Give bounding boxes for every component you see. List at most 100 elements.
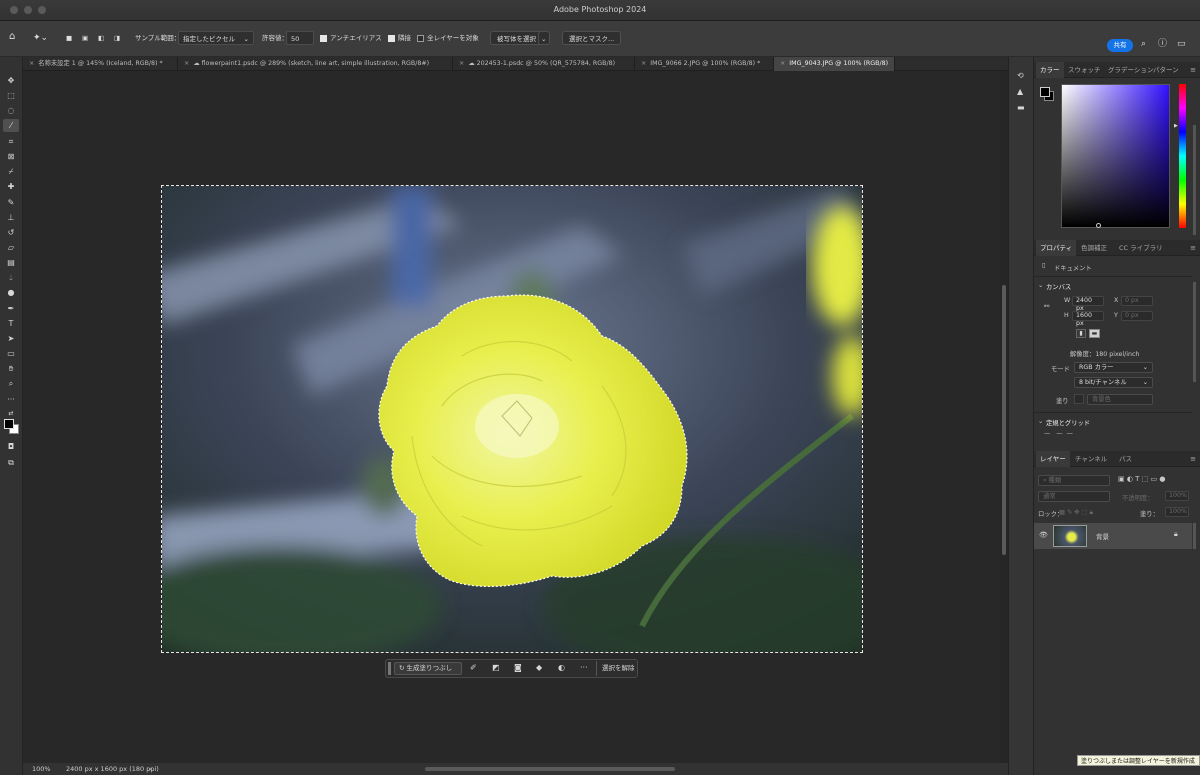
selection-mode-intersect-icon[interactable]: ◨ bbox=[114, 31, 120, 45]
share-button[interactable]: 共有 bbox=[1107, 39, 1133, 52]
close-tab-icon[interactable]: × bbox=[459, 60, 464, 67]
deselect-button[interactable]: 選択を解除 bbox=[602, 663, 635, 674]
select-subject-button[interactable]: 被写体を選択 bbox=[490, 31, 543, 45]
layer-filter-icons[interactable]: ▣ ◐ T ⬚ ▭ ● bbox=[1118, 475, 1165, 483]
document-tab[interactable]: × ☁ flowerpaint1.psdc @ 289% (sketch, lin… bbox=[178, 57, 453, 71]
search-icon[interactable]: ⌕ bbox=[1141, 39, 1146, 53]
mask-icon[interactable]: ◙ bbox=[514, 663, 522, 672]
move-tool-icon[interactable]: ✥ bbox=[3, 74, 19, 87]
pen-tool-icon[interactable]: ✒ bbox=[3, 302, 19, 315]
tab-patterns[interactable]: パターン bbox=[1153, 62, 1179, 78]
taskbar-drag-handle[interactable] bbox=[388, 662, 391, 675]
status-menu-icon[interactable]: › bbox=[149, 763, 152, 775]
panel-menu-icon[interactable]: ≡ bbox=[1190, 66, 1196, 74]
zoom-tool-icon[interactable]: ⌕ bbox=[3, 377, 19, 390]
hand-tool-icon[interactable]: ✋︎ bbox=[3, 362, 19, 375]
marquee-tool-icon[interactable]: ⬚ bbox=[3, 89, 19, 102]
rulers-section-chevron-icon[interactable]: ⌄ bbox=[1038, 418, 1043, 425]
ruler-options[interactable]: — — — bbox=[1044, 430, 1073, 437]
magic-wand-preset-icon[interactable]: ✦⌄ bbox=[33, 31, 48, 45]
selection-mode-subtract-icon[interactable]: ◧ bbox=[98, 31, 104, 45]
healing-brush-tool-icon[interactable]: ✚ bbox=[3, 180, 19, 193]
all-layers-option[interactable]: 全レイヤーを対象 bbox=[417, 31, 479, 45]
contiguous-option[interactable]: 隣接 bbox=[388, 31, 411, 45]
tab-gradients[interactable]: グラデーション bbox=[1108, 62, 1153, 78]
properties-scrollbar[interactable] bbox=[1193, 282, 1196, 382]
panel-menu-icon[interactable]: ≡ bbox=[1190, 244, 1196, 252]
height-input[interactable]: 1600 px bbox=[1072, 311, 1104, 327]
layer-lock-icon[interactable]: 🔒︎ bbox=[1174, 530, 1178, 539]
width-input[interactable]: 2400 px bbox=[1072, 296, 1104, 312]
color-picker-cursor[interactable] bbox=[1096, 223, 1101, 228]
dodge-tool-icon[interactable]: ● bbox=[3, 286, 19, 299]
eyedropper-tool-icon[interactable]: ⌿ bbox=[3, 165, 19, 178]
select-subject-menu-button[interactable]: ⌄ bbox=[538, 31, 550, 45]
history-brush-tool-icon[interactable]: ↺ bbox=[3, 226, 19, 239]
close-tab-icon[interactable]: × bbox=[29, 60, 34, 67]
all-layers-checkbox[interactable] bbox=[417, 34, 424, 42]
tab-channels[interactable]: チャンネル bbox=[1075, 451, 1107, 467]
eye-icon[interactable]: 👁︎ bbox=[1039, 531, 1048, 539]
color-panel-scrollbar[interactable] bbox=[1193, 125, 1196, 235]
selection-mode-new-icon[interactable]: ■ bbox=[66, 31, 72, 45]
tab-adjustments[interactable]: 色調補正 bbox=[1081, 240, 1107, 256]
layer-name[interactable]: 背景 bbox=[1096, 531, 1109, 541]
more-options-icon[interactable]: ··· bbox=[580, 663, 588, 672]
link-icon[interactable]: ⚯ bbox=[1044, 303, 1049, 310]
tab-swatches[interactable]: スウォッチ bbox=[1068, 62, 1101, 78]
rulers-section-title[interactable]: 定規とグリッド bbox=[1046, 418, 1090, 427]
color-panel-foreground[interactable] bbox=[1040, 87, 1050, 97]
type-tool-icon[interactable]: T bbox=[3, 317, 19, 330]
layer-filter-select[interactable]: ⌕ 種類 bbox=[1038, 475, 1110, 486]
portrait-orientation-icon[interactable]: ▮ bbox=[1076, 329, 1086, 338]
screen-mode-icon[interactable]: ⧉ bbox=[3, 456, 19, 469]
tab-properties[interactable]: プロパティ bbox=[1036, 240, 1077, 256]
crop-tool-icon[interactable]: ⌗ bbox=[3, 135, 19, 148]
document-tab-active[interactable]: × IMG_9043.JPG @ 100% (RGB/8) bbox=[774, 57, 895, 71]
brush-tool-icon[interactable]: ✎ bbox=[3, 196, 19, 209]
select-and-mask-button[interactable]: 選択とマスク... bbox=[562, 31, 622, 45]
tab-cc-libraries[interactable]: CC ライブラリ bbox=[1119, 240, 1163, 256]
hue-slider[interactable] bbox=[1179, 84, 1186, 228]
document-tab[interactable]: × 名称未設定 1 @ 145% (Iceland, RGB/8) * bbox=[23, 57, 178, 71]
landscape-orientation-icon[interactable]: ▬ bbox=[1089, 329, 1100, 338]
contiguous-checkbox[interactable] bbox=[388, 34, 395, 42]
document-tab[interactable]: × IMG_9066 2.JPG @ 100% (RGB/8) * bbox=[635, 57, 774, 71]
mode-select[interactable]: RGB カラー ⌄ bbox=[1074, 362, 1153, 373]
fill-swatch[interactable] bbox=[1074, 394, 1084, 404]
horizontal-scroll-thumb[interactable] bbox=[425, 767, 675, 771]
antialias-option[interactable]: アンチエイリアス bbox=[320, 31, 382, 45]
layers-scrollbar[interactable] bbox=[1193, 523, 1196, 549]
x-input[interactable]: 0 px bbox=[1121, 296, 1153, 306]
color-picker-field[interactable] bbox=[1061, 84, 1170, 228]
workspace-icon[interactable]: ▭ bbox=[1177, 39, 1186, 53]
history-icon[interactable]: ⟲ bbox=[1017, 71, 1024, 80]
canvas-fill-select[interactable]: 背景色 bbox=[1087, 394, 1153, 405]
lasso-tool-icon[interactable]: ◌ bbox=[3, 104, 19, 117]
quick-mask-icon[interactable]: ◘ bbox=[3, 440, 19, 453]
document-canvas[interactable] bbox=[161, 185, 863, 653]
layer-row[interactable]: 👁︎ 背景 🔒︎ bbox=[1034, 523, 1192, 549]
clone-stamp-tool-icon[interactable]: ⊥ bbox=[3, 211, 19, 224]
invert-selection-icon[interactable]: ◩ bbox=[492, 663, 500, 672]
comments-icon[interactable]: ▬ bbox=[1017, 103, 1025, 112]
eraser-tool-icon[interactable]: ▱ bbox=[3, 241, 19, 254]
more-tools-icon[interactable]: ··· bbox=[3, 393, 19, 406]
home-icon[interactable]: ⌂ bbox=[9, 30, 15, 44]
bit-depth-select[interactable]: 8 bit/チャンネル ⌄ bbox=[1074, 377, 1153, 388]
sample-size-select[interactable]: 指定したピクセル ⌄ bbox=[178, 31, 254, 45]
tab-color[interactable]: カラー bbox=[1036, 62, 1064, 78]
foreground-color-swatch[interactable] bbox=[4, 419, 14, 429]
panel-menu-icon[interactable]: ≡ bbox=[1190, 455, 1196, 463]
antialias-checkbox[interactable] bbox=[320, 34, 327, 42]
layer-fill-input[interactable]: 100% bbox=[1165, 507, 1189, 517]
tolerance-input[interactable]: 50 bbox=[286, 31, 314, 45]
lock-icons[interactable]: ▦ ✎ ✥ ⬚ 🔒︎ bbox=[1059, 509, 1093, 517]
close-tab-icon[interactable]: × bbox=[184, 60, 189, 67]
opacity-input[interactable]: 100% bbox=[1165, 491, 1189, 501]
rectangle-tool-icon[interactable]: ▭ bbox=[3, 347, 19, 360]
fill-selection-icon[interactable]: ◆ bbox=[536, 663, 542, 672]
tab-paths[interactable]: パス bbox=[1119, 451, 1132, 467]
blur-tool-icon[interactable]: 💧︎ bbox=[3, 271, 19, 284]
canvas-section-title[interactable]: カンバス bbox=[1046, 282, 1071, 291]
